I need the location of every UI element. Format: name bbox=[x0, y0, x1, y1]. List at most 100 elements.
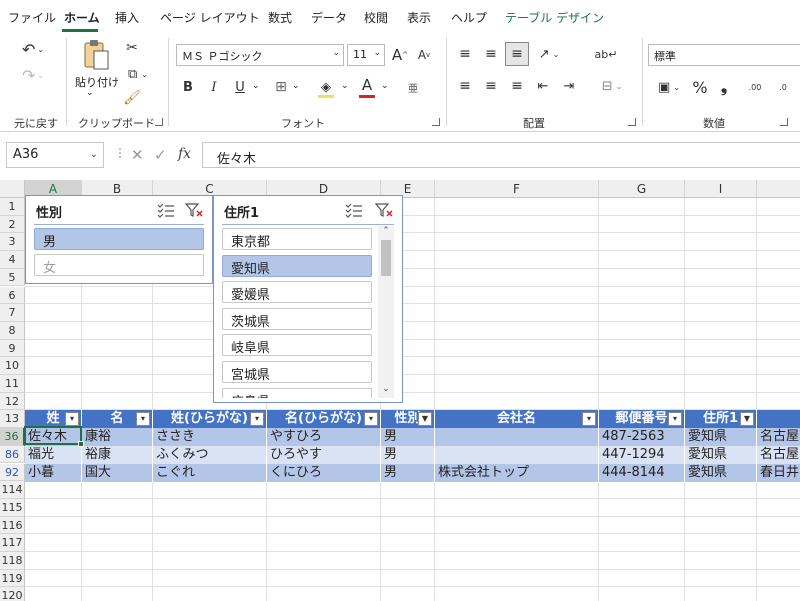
font-color-icon[interactable]: A bbox=[358, 74, 376, 96]
table-cell[interactable]: こぐれ bbox=[153, 463, 267, 482]
font-launcher-icon[interactable] bbox=[432, 118, 440, 126]
slicer-scrollbar[interactable]: ⌃ ⌄ bbox=[378, 226, 394, 398]
number-format-select[interactable]: 標準 bbox=[648, 44, 800, 66]
orientation-icon[interactable]: ↗ ⌄ bbox=[534, 44, 564, 64]
table-cell[interactable]: やすひろ bbox=[267, 428, 381, 447]
row-header[interactable]: 12 bbox=[0, 392, 25, 411]
phonetic-guide-icon[interactable]: 亜 bbox=[402, 76, 424, 98]
row-header[interactable]: 116 bbox=[0, 516, 25, 535]
row-header[interactable]: 7 bbox=[0, 304, 25, 322]
column-header[interactable]: I bbox=[685, 180, 757, 198]
underline-dropdown-icon[interactable]: ⌄ bbox=[252, 81, 260, 91]
table-cell[interactable]: 裕康 bbox=[82, 445, 153, 464]
currency-icon[interactable]: ▣ ⌄ bbox=[652, 76, 686, 98]
clear-filter-icon[interactable] bbox=[184, 202, 204, 218]
scroll-thumb[interactable] bbox=[381, 240, 391, 276]
cancel-icon[interactable]: ✕ bbox=[131, 146, 144, 164]
slicer-item[interactable]: 男 bbox=[34, 228, 204, 250]
name-box[interactable]: A36 ⌄ bbox=[6, 142, 104, 168]
tab-view[interactable]: 表示 bbox=[407, 9, 431, 26]
scroll-down-icon[interactable]: ⌄ bbox=[378, 384, 394, 396]
filter-dropdown-icon[interactable]: ▾ bbox=[136, 412, 150, 427]
table-cell[interactable]: 男 bbox=[381, 463, 435, 482]
table-header-cell[interactable]: 郵便番号 ▾ bbox=[599, 410, 685, 429]
slicer-gender[interactable]: 性別 男女 bbox=[25, 195, 213, 284]
scroll-up-icon[interactable]: ⌃ bbox=[378, 226, 394, 238]
grow-font-icon[interactable]: A ^ bbox=[390, 44, 410, 66]
align-right-icon[interactable]: ≡ bbox=[508, 76, 526, 96]
tab-help[interactable]: ヘルプ bbox=[451, 9, 487, 26]
multi-select-icon[interactable] bbox=[344, 202, 364, 218]
row-header[interactable]: 120 bbox=[0, 587, 25, 601]
slicer-item[interactable]: 岐阜県 bbox=[222, 334, 372, 357]
row-header[interactable]: 3 bbox=[0, 233, 25, 252]
increase-indent-icon[interactable]: ⇥ bbox=[560, 76, 578, 96]
align-middle-icon[interactable]: ≡ bbox=[482, 44, 500, 64]
table-cell[interactable]: ささき bbox=[153, 428, 267, 447]
row-header[interactable]: 86 bbox=[0, 445, 25, 464]
table-header-cell[interactable]: 名 ▾ bbox=[82, 410, 153, 429]
tab-review[interactable]: 校閲 bbox=[364, 9, 388, 26]
slicer-item[interactable]: 東京都 bbox=[222, 228, 372, 250]
borders-icon[interactable]: ⊞ bbox=[272, 76, 290, 98]
alignment-launcher-icon[interactable] bbox=[628, 118, 636, 126]
filter-applied-icon[interactable]: ▼ bbox=[740, 412, 754, 427]
formula-input[interactable]: 佐々木 bbox=[202, 142, 800, 168]
row-header[interactable]: 6 bbox=[0, 286, 25, 305]
table-cell[interactable]: 名古屋 bbox=[757, 445, 800, 464]
slicer-item[interactable]: 女 bbox=[34, 254, 204, 276]
fill-dropdown-icon[interactable]: ⌄ bbox=[341, 81, 349, 91]
paste-icon[interactable] bbox=[80, 38, 112, 72]
format-painter-icon[interactable]: 🖌 bbox=[122, 88, 142, 108]
tab-page-layout[interactable]: ページ レイアウト bbox=[160, 9, 260, 26]
row-header[interactable]: 114 bbox=[0, 481, 25, 499]
slicer-address[interactable]: 住所1 東京都愛知県愛媛県茨城県岐阜県宮城県広島県 ⌃ ⌄ bbox=[213, 195, 403, 403]
select-all-corner[interactable] bbox=[0, 180, 25, 198]
table-cell[interactable]: 男 bbox=[381, 445, 435, 464]
table-cell[interactable]: 愛知県 bbox=[685, 463, 757, 482]
row-header[interactable]: 4 bbox=[0, 251, 25, 269]
slicer-item[interactable]: 広島県 bbox=[222, 387, 372, 398]
cut-icon[interactable]: ✂ bbox=[122, 38, 142, 58]
row-header[interactable]: 92 bbox=[0, 463, 25, 482]
table-cell[interactable]: 春日井 bbox=[757, 463, 800, 482]
borders-dropdown-icon[interactable]: ⌄ bbox=[292, 81, 300, 91]
filter-dropdown-icon[interactable]: ▾ bbox=[668, 412, 682, 427]
filter-dropdown-icon[interactable]: ▾ bbox=[250, 412, 264, 427]
tab-insert[interactable]: 挿入 bbox=[115, 9, 139, 26]
align-left-icon[interactable]: ≡ bbox=[456, 76, 474, 96]
copy-icon[interactable]: ⧉ ⌄ bbox=[122, 64, 154, 84]
table-cell[interactable] bbox=[435, 428, 599, 447]
table-cell[interactable]: 国大 bbox=[82, 463, 153, 482]
table-header-cell[interactable]: 名(ひらがな) ▾ bbox=[267, 410, 381, 429]
fill-handle[interactable] bbox=[78, 441, 84, 447]
table-header-cell[interactable]: 住所1 ▼ bbox=[685, 410, 757, 429]
italic-button[interactable]: I bbox=[206, 76, 222, 98]
filter-dropdown-icon[interactable]: ▾ bbox=[582, 412, 596, 427]
percent-button[interactable]: % bbox=[690, 76, 710, 98]
bold-button[interactable]: B bbox=[180, 76, 196, 98]
table-cell[interactable]: 小暮 bbox=[25, 463, 82, 482]
table-cell[interactable]: 愛知県 bbox=[685, 428, 757, 447]
table-cell[interactable]: 愛知県 bbox=[685, 445, 757, 464]
row-header[interactable]: 13 bbox=[0, 410, 25, 429]
row-header[interactable]: 8 bbox=[0, 321, 25, 340]
table-header-cell[interactable]: 会社名 ▾ bbox=[435, 410, 599, 429]
filter-dropdown-icon[interactable]: ▾ bbox=[65, 412, 79, 427]
font-name-select[interactable]: ＭＳ Ｐゴシック ⌄ bbox=[176, 44, 344, 66]
slicer-item[interactable]: 宮城県 bbox=[222, 361, 372, 383]
paste-button-label[interactable]: 貼り付け bbox=[75, 74, 119, 90]
comma-button[interactable]: ❟ bbox=[716, 76, 732, 98]
slicer-item[interactable]: 愛媛県 bbox=[222, 281, 372, 304]
enter-icon[interactable]: ✓ bbox=[154, 146, 167, 164]
row-header[interactable]: 36 bbox=[0, 428, 25, 446]
row-header[interactable]: 115 bbox=[0, 498, 25, 517]
slicer-item[interactable]: 愛知県 bbox=[222, 254, 372, 277]
table-cell[interactable]: ひろやす bbox=[267, 445, 381, 464]
column-header[interactable]: F bbox=[435, 180, 599, 198]
tab-home[interactable]: ホーム bbox=[64, 9, 100, 26]
font-size-select[interactable]: 11 ⌄ bbox=[347, 44, 385, 66]
clear-filter-icon[interactable] bbox=[374, 202, 394, 218]
tab-file[interactable]: ファイル bbox=[8, 9, 56, 26]
row-header[interactable]: 2 bbox=[0, 215, 25, 234]
